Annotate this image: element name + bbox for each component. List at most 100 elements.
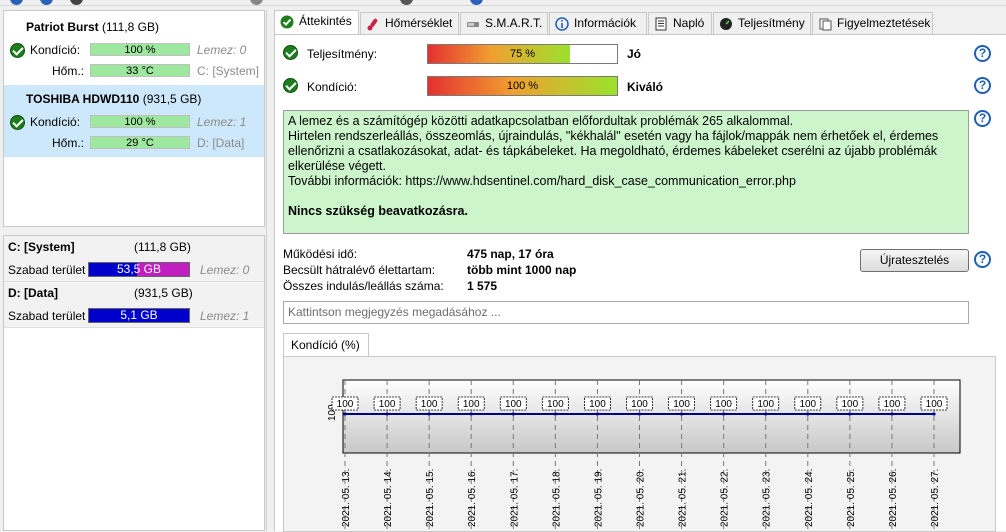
data-point	[511, 412, 515, 416]
tab-performance[interactable]: Teljesítmény	[713, 12, 811, 34]
disk-title: TOSHIBA HDWD110 (931,5 GB)	[26, 92, 201, 106]
health-label: Kondíció:	[307, 80, 358, 94]
data-label: 100	[589, 399, 606, 410]
x-tick-label: 2021. 05. 18.	[551, 469, 562, 527]
disk-name: TOSHIBA HDWD110	[26, 92, 140, 106]
disk-item-1[interactable]: Patriot Burst (111,8 GB) Kondíció: 100 %…	[4, 13, 264, 85]
temp-bar: 33 °C	[90, 64, 190, 77]
chart-tab-health[interactable]: Kondíció (%)	[283, 333, 369, 356]
x-tick-label: 2021. 05. 20.	[636, 469, 647, 527]
free-space-bar: 53,5 GB	[88, 262, 190, 277]
tab-temperature[interactable]: Hőmérséklet	[360, 12, 459, 34]
disk-name: Patriot Burst	[26, 20, 99, 34]
data-point	[679, 412, 684, 416]
tab-log[interactable]: Napló	[648, 12, 712, 34]
help-performance-icon[interactable]: ?	[974, 45, 991, 62]
ok-icon	[280, 15, 294, 29]
x-tick-label: 2021. 05. 22.	[720, 469, 731, 527]
message-line: A lemez és a számítógép közötti adatkapc…	[288, 114, 794, 128]
toolbar-icon-4[interactable]	[250, 0, 263, 5]
free-space-label: Szabad terület	[8, 263, 86, 277]
health-label: Kondíció:	[30, 115, 81, 129]
tab-smart[interactable]: S.M.A.R.T.	[460, 12, 548, 34]
data-label: 100	[757, 399, 774, 410]
data-label: 100	[926, 399, 943, 410]
health-bar-text: 100 %	[506, 80, 539, 92]
x-tick-label: 2021. 05. 23.	[762, 469, 773, 527]
health-label: Kondíció:	[30, 43, 81, 57]
free-space-label: Szabad terület	[8, 309, 86, 323]
tab-label: Hőmérséklet	[385, 16, 453, 30]
data-point	[343, 412, 347, 416]
data-point	[427, 412, 431, 416]
data-label: 100	[631, 399, 648, 410]
performance-label: Teljesítmény:	[307, 47, 378, 61]
toolbar-icon-5[interactable]	[400, 0, 413, 5]
disk-index: Lemez: 1	[197, 115, 247, 129]
tab-information[interactable]: Információk	[549, 12, 647, 34]
x-tick-label: 2021. 05. 24.	[804, 469, 815, 527]
health-bar: 100 %	[427, 76, 618, 96]
volume-size: (931,5 GB)	[134, 286, 193, 300]
tab-label: Teljesítmény	[738, 16, 805, 30]
disk-index: Lemez: 0	[197, 43, 247, 57]
info-icon	[555, 17, 569, 31]
uptime-label: Működési idő:	[283, 247, 358, 261]
x-tick-label: 2021. 05. 16.	[467, 469, 478, 527]
plot-area	[342, 379, 961, 454]
note-input[interactable]: Kattintson megjegyzés megadásához ...	[283, 301, 969, 324]
help-message-icon[interactable]: ?	[974, 110, 991, 127]
x-tick-label: 2021. 05. 14.	[383, 469, 394, 527]
health-bar: 100 %	[90, 43, 190, 56]
uptime-value: 475 nap, 17 óra	[467, 247, 554, 261]
tab-overview[interactable]: Áttekintés	[274, 10, 359, 35]
retest-button[interactable]: Újratesztelés	[860, 249, 969, 272]
data-label: 100	[884, 399, 901, 410]
toolbar-icon-6[interactable]	[470, 0, 483, 5]
temp-label: Hőm.:	[52, 64, 85, 78]
data-label: 100	[421, 399, 438, 410]
data-point	[553, 412, 557, 416]
temp-bar: 29 °C	[90, 136, 190, 149]
remaining-life-value: több mint 1000 nap	[467, 263, 577, 277]
start-stop-label: Összes indulás/leállás száma:	[283, 279, 444, 293]
help-health-icon[interactable]: ?	[974, 77, 991, 94]
data-label: 100	[799, 399, 816, 410]
x-tick-label: 2021. 05. 13.	[341, 469, 352, 527]
data-label: 100	[505, 399, 522, 410]
disk-size: (111,8 GB)	[102, 20, 159, 34]
tab-label: S.M.A.R.T.	[485, 16, 543, 30]
tab-label: Információk	[574, 16, 637, 30]
volume-name: C: [System]	[8, 240, 75, 254]
disk-title: Patriot Burst (111,8 GB)	[26, 20, 159, 34]
x-tick-label: 2021. 05. 21.	[678, 469, 689, 527]
health-chart-panel: 100 100 100 100 100 100 100 100 100 100 100 100 100 1…	[283, 356, 996, 532]
volume-size: (111,8 GB)	[134, 240, 191, 254]
health-ok-icon	[10, 115, 25, 130]
overview-panel: Teljesítmény: 75 % Jó ? Kondíció: 100 % …	[274, 34, 1006, 532]
disk-list: Patriot Burst (111,8 GB) Kondíció: 100 %…	[3, 10, 265, 227]
volume-item-1[interactable]: C: [System] (111,8 GB) Szabad terület 53…	[4, 236, 264, 282]
data-label: 100	[379, 399, 396, 410]
data-point	[764, 412, 768, 416]
start-stop-value: 1 575	[467, 279, 498, 293]
left-panel: Patriot Burst (111,8 GB) Kondíció: 100 %…	[0, 10, 266, 531]
data-point	[890, 412, 894, 416]
data-point	[595, 412, 600, 416]
temp-label: Hőm.:	[52, 136, 85, 150]
help-retest-icon[interactable]: ?	[974, 251, 991, 268]
data-label: 100	[715, 399, 732, 410]
toolbar-icon-2[interactable]	[40, 0, 53, 5]
panel-splitter[interactable]	[266, 10, 272, 531]
disk-item-2[interactable]: TOSHIBA HDWD110 (931,5 GB) Kondíció: 100…	[4, 85, 264, 157]
alerts-icon	[819, 18, 832, 31]
log-icon	[655, 17, 667, 31]
status-message-box: A lemez és a számítógép közötti adatkapc…	[283, 110, 969, 234]
toolbar-icon-1[interactable]	[10, 0, 23, 5]
tab-alerts[interactable]: Figyelmeztetések	[812, 12, 933, 34]
tab-label: Napló	[673, 16, 705, 30]
volume-item-2[interactable]: D: [Data] (931,5 GB) Szabad terület 5,1 …	[4, 282, 264, 328]
tab-bar: Áttekintés Hőmérséklet S.M.A.R.T. Inform…	[274, 10, 1006, 35]
data-point	[469, 412, 473, 416]
toolbar-icon-3[interactable]	[70, 0, 83, 5]
